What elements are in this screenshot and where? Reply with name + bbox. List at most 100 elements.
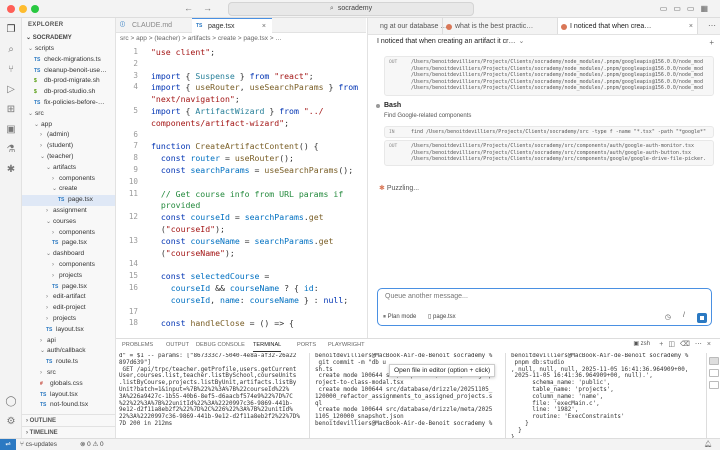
source-control-icon[interactable]: ⑂ (5, 64, 17, 76)
panel-tab-debug-console[interactable]: DEBUG CONSOLE (196, 339, 245, 351)
minimize-window-button[interactable] (19, 5, 27, 13)
outline-section[interactable]: › OUTLINE (22, 414, 115, 426)
file-reference-chip[interactable]: ▯ page.tsx (428, 314, 456, 320)
tree-folder[interactable]: › components (22, 260, 115, 271)
breadcrumb[interactable]: src > app > (teacher) > artifacts > crea… (116, 33, 366, 45)
tree-file[interactable]: TS check-migrations.ts (22, 55, 115, 66)
code-line[interactable]: components/artifact-wizard"; (151, 118, 289, 128)
remote-indicator-icon[interactable]: ⇌ (0, 439, 16, 450)
command-center-search[interactable]: ⌕ socrademy (228, 2, 474, 16)
panel-tab-problems[interactable]: PROBLEMS (122, 339, 153, 351)
tree-file[interactable]: TS layout.tsx (22, 390, 115, 401)
tree-file[interactable]: $ db-prod-studio.sh (22, 87, 115, 98)
close-tab-icon[interactable]: × (262, 19, 266, 34)
testing-icon[interactable]: ⚗ (5, 144, 17, 156)
terminal-list-item[interactable] (709, 369, 719, 377)
close-window-button[interactable] (7, 5, 15, 13)
tab-claude-md[interactable]: ⓘ CLAUDE.md (116, 18, 192, 33)
history-icon[interactable]: ◷ (665, 313, 671, 321)
tree-folder[interactable]: › assignment (22, 206, 115, 217)
code-line[interactable]: const courseName = searchParams.get (151, 236, 334, 246)
more-icon[interactable]: ⋯ (695, 341, 707, 348)
timeline-section[interactable]: › TIMELINE (22, 426, 115, 438)
terminal-list-item[interactable] (709, 357, 719, 365)
tree-folder[interactable]: › components (22, 228, 115, 239)
tree-folder[interactable]: ⌄ artifacts (22, 163, 115, 174)
tree-file[interactable]: TS route.ts (22, 357, 115, 368)
split-terminal-icon[interactable]: ◫ (668, 341, 680, 348)
run-debug-icon[interactable]: ▷ (5, 84, 17, 96)
tree-file[interactable]: TS page.tsx (22, 282, 115, 293)
tree-folder[interactable]: ⌄ (teacher) (22, 152, 115, 163)
tree-file[interactable]: TS not-found.tsx (22, 400, 115, 411)
tree-folder[interactable]: ⌄ src (22, 109, 115, 120)
tree-file[interactable]: $ db-prod-migrate.sh (22, 76, 115, 87)
code-line[interactable]: "next/navigation"; (151, 94, 240, 104)
conversation-title[interactable]: I noticed that when creating an artifact… (368, 35, 720, 49)
gear-icon[interactable]: ⚙ (5, 416, 17, 428)
tree-file[interactable]: TS page.tsx (22, 238, 115, 249)
account-icon[interactable]: ◯ (5, 396, 17, 408)
plan-mode-toggle[interactable]: ⏸ Plan mode (383, 314, 416, 320)
tree-file[interactable]: TS cleanup-benoit-use… (22, 66, 115, 77)
customize-layout-icon[interactable]: ▦ (700, 4, 714, 13)
chat-tab-database[interactable]: ng at our database … (368, 18, 447, 34)
code-line[interactable]: const handleClose = () => { (151, 318, 294, 328)
extensions-icon[interactable]: ⊞ (5, 104, 17, 116)
close-panel-icon[interactable]: × (707, 341, 716, 348)
code-line[interactable]: import { useRouter, useSearchParams } fr… (151, 82, 358, 92)
search-view-icon[interactable]: ⌕ (5, 44, 17, 56)
code-line[interactable]: const searchParams = useSearchParams(); (151, 165, 353, 175)
problems-indicator[interactable]: ⊗ 0 ⚠ 0 (80, 439, 104, 450)
back-arrow-icon[interactable]: ← (184, 3, 203, 13)
code-line[interactable]: ("courseId"); (151, 224, 225, 234)
code-line[interactable]: // Get course info from URL params if (151, 189, 343, 199)
code-line[interactable]: "use client"; (151, 47, 215, 57)
code-line[interactable]: courseId && courseName ? { id: (151, 283, 319, 293)
new-chat-icon[interactable]: + (709, 38, 714, 47)
tree-folder[interactable]: › edit-artifact (22, 292, 115, 303)
tab-page-tsx[interactable]: TS page.tsx × (192, 18, 272, 33)
forward-arrow-icon[interactable]: → (203, 3, 222, 13)
tree-folder[interactable]: › (admin) (22, 130, 115, 141)
remote-explorer-icon[interactable]: ▣ (5, 124, 17, 136)
branch-indicator[interactable]: ⑂ cs-updates (20, 439, 57, 450)
chat-tab-best-practice[interactable]: what is the best practic… (443, 18, 558, 34)
explorer-icon[interactable]: ❐ (5, 24, 17, 36)
workspace-root[interactable]: ⌄ SOCRADEMY (22, 32, 115, 44)
slash-command-button[interactable]: / (683, 312, 685, 319)
panel-tab-output[interactable]: OUTPUT (166, 339, 189, 351)
code-line[interactable]: function CreateArtifactContent() { (151, 141, 319, 151)
trash-icon[interactable]: ⌫ (680, 341, 695, 348)
tree-folder[interactable]: › projects (22, 271, 115, 282)
tree-folder[interactable]: ⌄ dashboard (22, 249, 115, 260)
tree-folder[interactable]: › (student) (22, 141, 115, 152)
tree-folder[interactable]: › edit-project (22, 303, 115, 314)
tree-file[interactable]: TS page.tsx (22, 195, 115, 206)
chat-tab-artifact[interactable]: I noticed that when crea… × (558, 18, 698, 34)
notifications-icon[interactable]: 🔔︎ (704, 439, 712, 450)
panel-tab-terminal[interactable]: TERMINAL (253, 339, 282, 352)
tree-folder[interactable]: ⌄ app (22, 120, 115, 131)
toggle-panel-icon[interactable]: ▭ (673, 4, 687, 13)
tree-folder[interactable]: › components (22, 174, 115, 185)
terminal-list-item[interactable] (709, 381, 719, 389)
tree-folder[interactable]: › src (22, 368, 115, 379)
tree-file[interactable]: # globals.css (22, 379, 115, 390)
tree-folder[interactable]: ⌄ courses (22, 217, 115, 228)
more-tabs-icon[interactable]: ⋯ (708, 21, 716, 30)
terminal-shell-label[interactable]: ▣ zsh (633, 340, 650, 347)
panel-tab-ports[interactable]: PORTS (297, 339, 316, 351)
send-button[interactable] (697, 313, 707, 323)
terminal-3[interactable]: benoitdevilliers@MacBook-Air-de-Benoit s… (508, 353, 705, 439)
claude-icon[interactable]: ✱ (5, 164, 17, 176)
code-line[interactable]: const courseId = searchParams.get (151, 212, 324, 222)
tree-folder[interactable]: › projects (22, 314, 115, 325)
tree-folder[interactable]: ⌄ auth/callback (22, 346, 115, 357)
zoom-window-button[interactable] (31, 5, 39, 13)
code-line[interactable]: const selectedCourse = (151, 271, 269, 281)
tree-file[interactable]: TS layout.tsx (22, 325, 115, 336)
add-terminal-icon[interactable]: + (659, 341, 668, 348)
code-line[interactable]: import { ArtifactWizard } from "../ (151, 106, 324, 116)
toggle-secondary-icon[interactable]: ▭ (687, 4, 701, 13)
